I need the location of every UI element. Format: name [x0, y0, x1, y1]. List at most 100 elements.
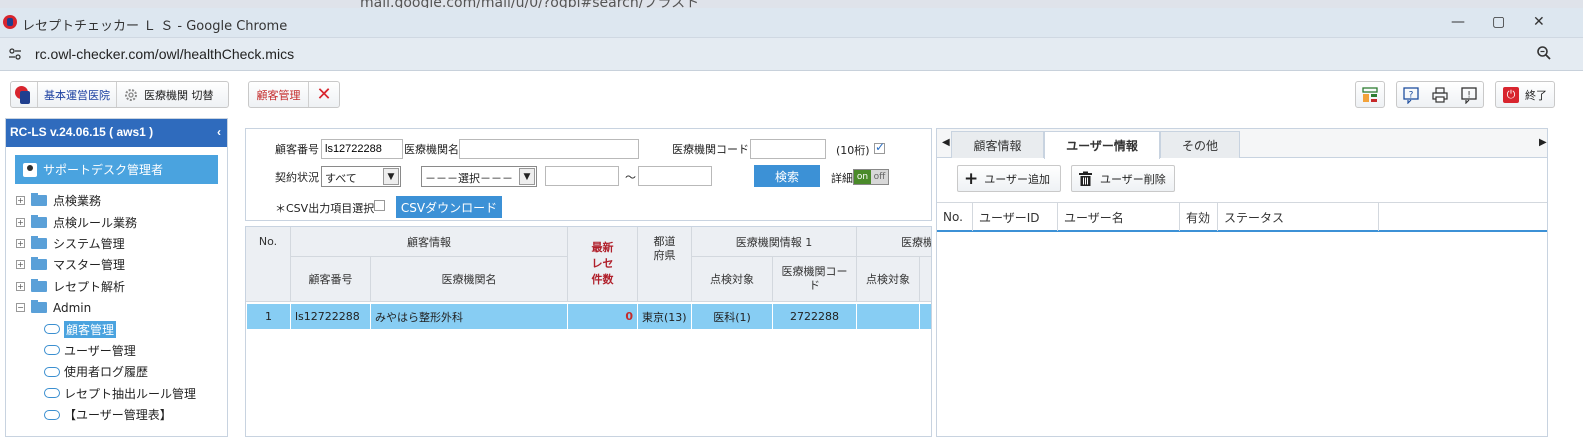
nav-label: 【ユーザー管理表】	[64, 408, 172, 423]
col-check-target[interactable]: 点検対象	[692, 257, 773, 302]
nav-item-analysis[interactable]: + レセプト解析	[16, 276, 227, 297]
expand-icon[interactable]: +	[16, 217, 25, 227]
table-row[interactable]: 1 ls12722288 みやはら整形外科 0 東京(13) 医科(1) 272…	[247, 304, 931, 329]
col-enabled[interactable]: 有効	[1180, 203, 1218, 231]
col-user-name[interactable]: ユーザー名	[1058, 203, 1180, 231]
close-tab-button[interactable]: ✕	[309, 82, 339, 107]
nav-label: システム管理	[53, 236, 125, 251]
zoom-icon[interactable]	[1536, 45, 1552, 61]
nav-item-customer-mgmt[interactable]: 顧客管理	[16, 318, 227, 339]
customer-tab[interactable]: 顧客管理	[249, 82, 309, 107]
close-window-icon[interactable]: ✕	[1533, 14, 1545, 30]
col-inst-name[interactable]: 医療機関名	[371, 257, 568, 302]
cloud-icon	[44, 388, 60, 399]
add-user-button[interactable]: + ユーザー追加	[957, 165, 1061, 192]
cell-prefecture: 東京(13)	[638, 304, 692, 329]
nav-item-user-table[interactable]: 【ユーザー管理表】	[16, 404, 227, 425]
tab-user-info[interactable]: ユーザー情報	[1044, 131, 1160, 159]
add-user-label: ユーザー追加	[984, 172, 1051, 186]
sidebar: RC-LS v.24.06.15 ( aws1 ) ‹ サポートデスク管理者 +…	[5, 118, 228, 437]
layout-button[interactable]	[1355, 81, 1385, 108]
tab-scroll-right-icon[interactable]: ▶	[1539, 137, 1547, 148]
nav-label: レセプト抽出ルール管理	[64, 386, 197, 401]
url-text[interactable]: rc.owl-checker.com/owl/healthCheck.mics	[35, 46, 294, 62]
gear-icon	[125, 88, 137, 101]
app-toolbar: 基本運営医院 医療機関 切替 顧客管理 ✕ ? ! ⏻ 終了	[0, 72, 1583, 118]
collapse-sidebar-icon[interactable]: ‹	[217, 125, 221, 139]
logo-segment	[11, 82, 38, 107]
nav-item-inspection-rules[interactable]: + 点検ルール業務	[16, 211, 227, 232]
contract-select[interactable]: すべて ▼	[321, 166, 401, 187]
detail-label: 詳細	[831, 172, 853, 185]
notice-icon[interactable]: !	[1460, 86, 1478, 104]
tab-other[interactable]: その他	[1160, 131, 1240, 158]
csv-items-checkbox[interactable]	[374, 200, 385, 211]
category-select[interactable]: －－－選択－－－ ▼	[421, 166, 537, 187]
chevron-down-icon: ▼	[519, 168, 535, 185]
nav-item-inspection[interactable]: + 点検業務	[16, 190, 227, 211]
power-icon: ⏻	[1503, 86, 1519, 103]
col-status[interactable]: ステータス	[1218, 203, 1379, 231]
tab-scroll-left-icon[interactable]: ◀	[942, 137, 950, 148]
user-name: サポートデスク管理者	[43, 163, 164, 177]
search-button[interactable]: 検索	[754, 165, 820, 187]
switch-institution-button[interactable]: 医療機関 切替	[117, 82, 220, 107]
expand-icon[interactable]: +	[16, 281, 25, 291]
delete-user-button[interactable]: ユーザー削除	[1071, 165, 1175, 192]
expand-icon[interactable]: +	[16, 260, 25, 270]
csv-download-button[interactable]: CSVダウンロード	[396, 196, 502, 218]
nav-item-system[interactable]: + システム管理	[16, 233, 227, 254]
nav-item-master[interactable]: + マスター管理	[16, 254, 227, 275]
contract-label: 契約状況	[275, 171, 319, 184]
col-user-no[interactable]: No.	[937, 203, 973, 231]
collapse-icon[interactable]: −	[16, 303, 25, 313]
col-customer-info: 顧客情報	[291, 227, 568, 257]
col-check-target-2[interactable]: 点検対象	[857, 257, 920, 302]
cell-latest-count: 0	[568, 304, 638, 329]
exit-button[interactable]: ⏻ 終了	[1495, 81, 1555, 108]
clinic-button[interactable]: 基本運営医院	[38, 82, 117, 107]
switch-label: 医療機関 切替	[144, 88, 214, 102]
version-text: RC-LS v.24.06.15 ( aws1 )	[10, 125, 154, 139]
toggle-off: off	[871, 170, 888, 184]
delete-user-label: ユーザー削除	[1100, 172, 1166, 186]
range-to-input[interactable]	[638, 166, 712, 186]
col-latest-count[interactable]: 最新 レセ 件数	[568, 227, 638, 302]
inst-name-input[interactable]	[459, 139, 639, 159]
inst-code-input[interactable]	[750, 139, 826, 159]
expand-icon[interactable]: +	[16, 238, 25, 248]
range-from-input[interactable]	[545, 166, 619, 186]
col-extra	[920, 257, 931, 302]
minimize-icon[interactable]: —	[1451, 14, 1465, 30]
digits-checkbox[interactable]	[874, 140, 885, 154]
expand-icon[interactable]: +	[16, 196, 25, 206]
nav-item-user-log[interactable]: 使用者ログ履歴	[16, 361, 227, 382]
nav-label: 使用者ログ履歴	[64, 365, 149, 380]
folder-icon	[31, 214, 47, 228]
folder-icon	[31, 193, 47, 207]
col-no[interactable]: No.	[246, 227, 291, 302]
nav-item-admin[interactable]: − Admin	[16, 297, 227, 318]
inst-code-label: 医療機関コード	[672, 143, 749, 156]
col-user-id[interactable]: ユーザーID	[973, 203, 1058, 231]
cell-inst-name: みやはら整形外科	[371, 304, 568, 329]
nav-item-user-mgmt[interactable]: ユーザー管理	[16, 340, 227, 361]
svg-text:!: !	[1467, 90, 1471, 100]
background-window-strip: mail.google.com/mail/u/0/?ogbl#search/ブラ…	[0, 0, 1583, 8]
address-bar: rc.owl-checker.com/owl/healthCheck.mics	[0, 38, 1583, 71]
print-icon[interactable]	[1431, 86, 1449, 104]
nav-label: 点検ルール業務	[53, 215, 138, 230]
site-settings-icon[interactable]	[8, 47, 22, 61]
col-prefecture[interactable]: 都道 府県	[638, 227, 692, 302]
col-customer-no[interactable]: 顧客番号	[291, 257, 371, 302]
folder-icon	[31, 257, 47, 271]
tab-customer-info[interactable]: 顧客情報	[951, 131, 1044, 158]
col-inst-code[interactable]: 医療機関コー ド	[773, 257, 857, 302]
help-icon[interactable]: ?	[1402, 86, 1420, 104]
cloud-icon	[44, 324, 60, 335]
detail-toggle[interactable]: on off	[853, 169, 889, 185]
maximize-icon[interactable]: ▢	[1492, 14, 1505, 30]
inst-name-label: 医療機関名	[404, 143, 459, 156]
customer-no-input[interactable]	[321, 139, 403, 159]
nav-item-extract-rules[interactable]: レセプト抽出ルール管理	[16, 383, 227, 404]
